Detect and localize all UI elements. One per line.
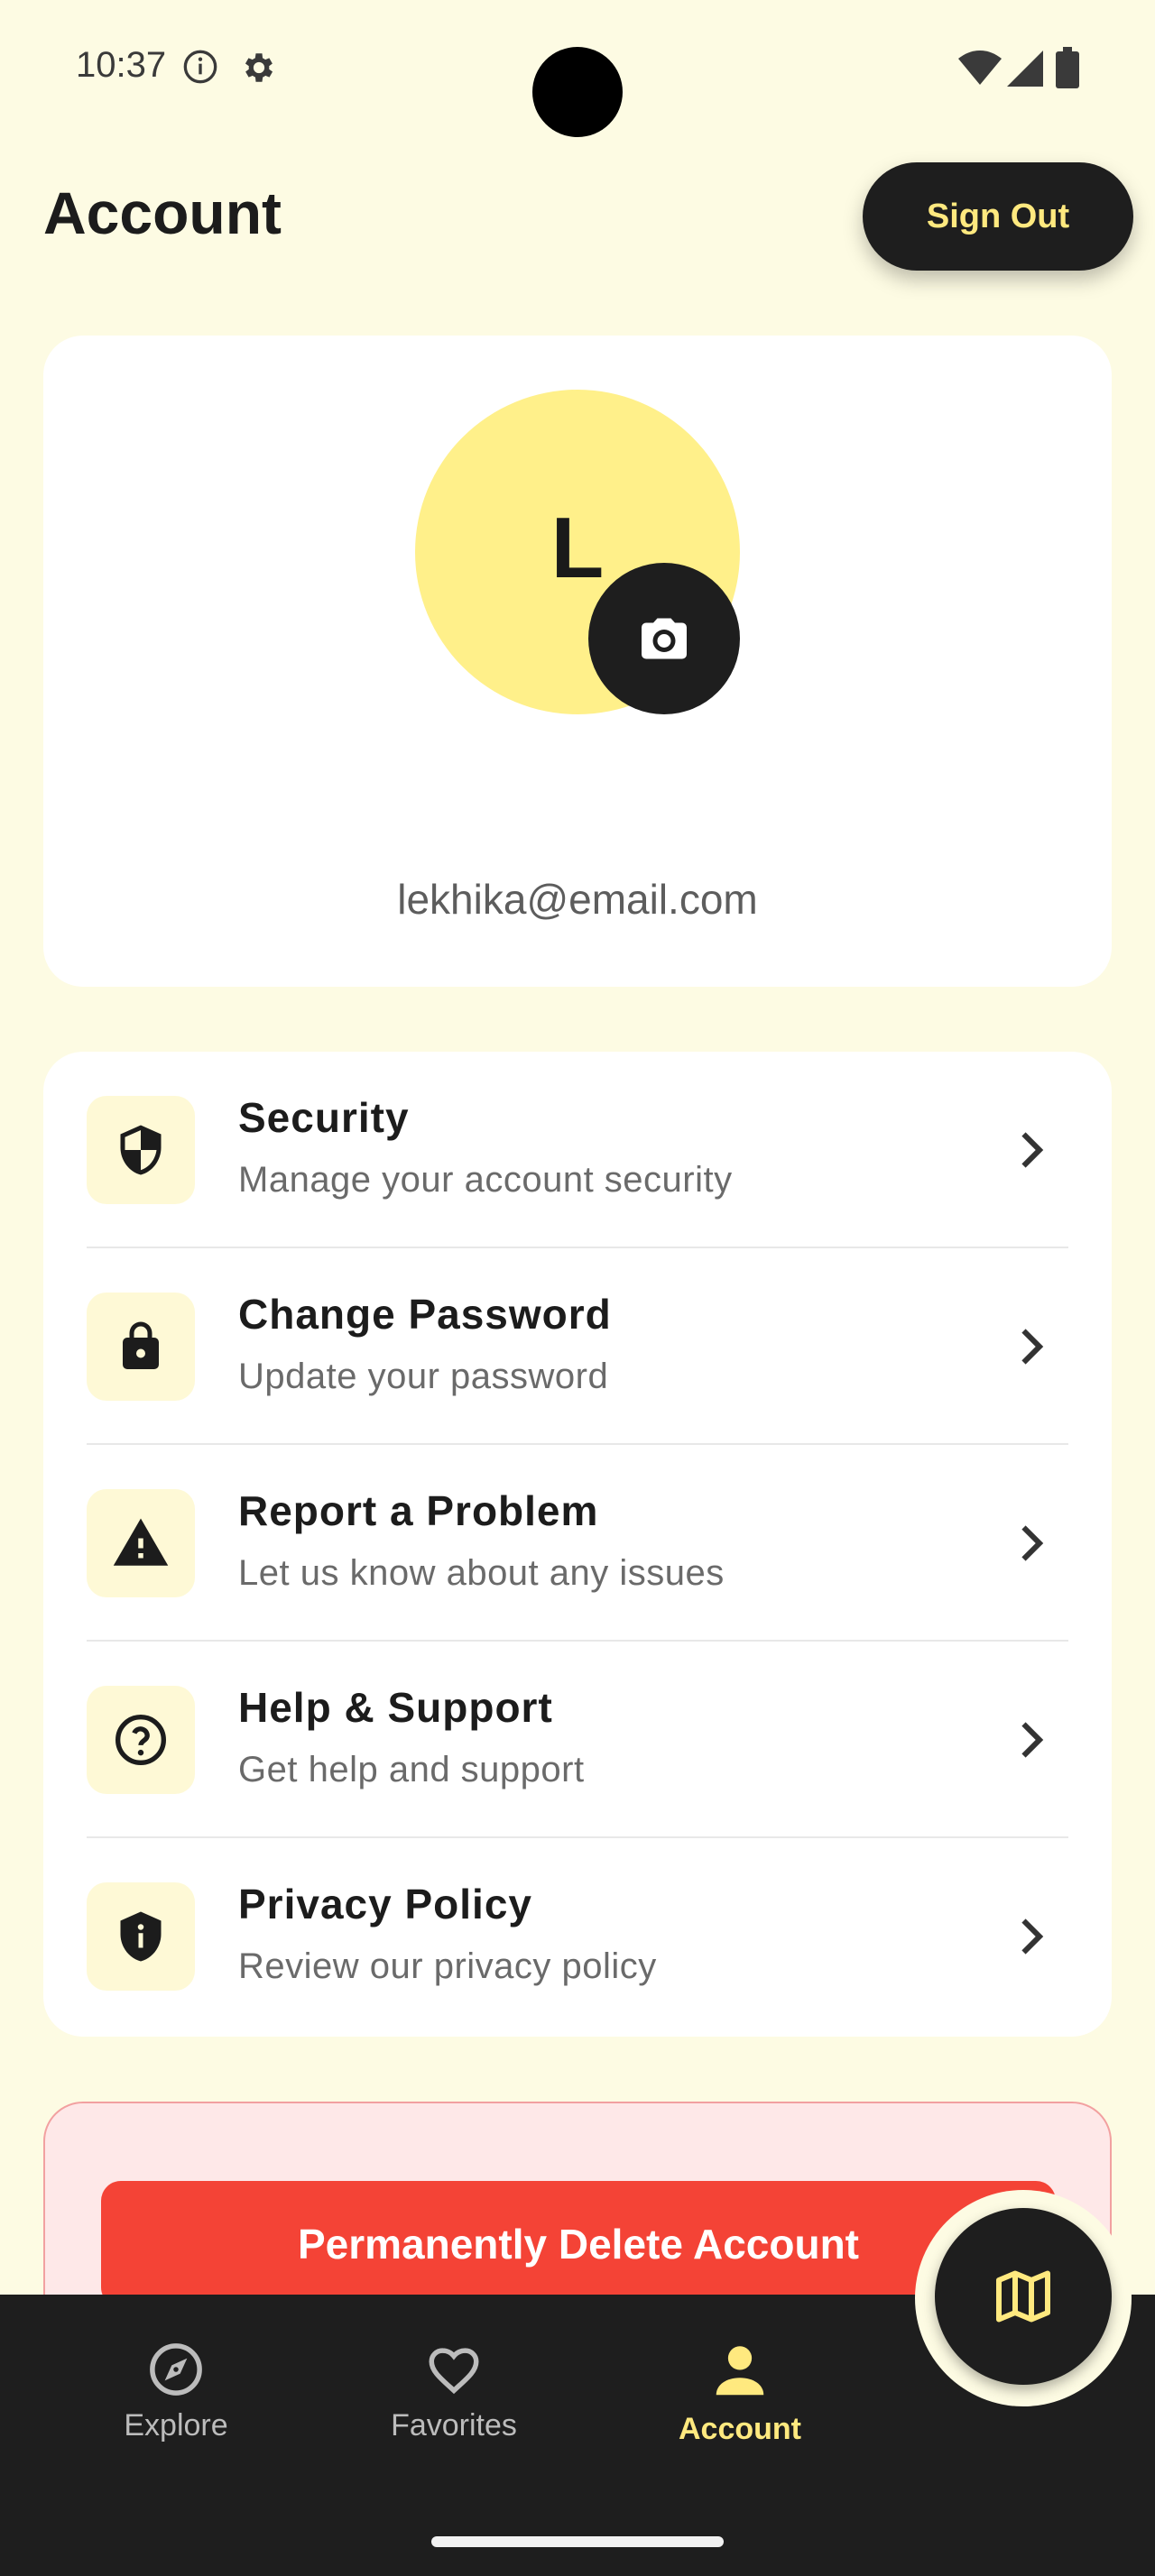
sign-out-button[interactable]: Sign Out (863, 162, 1133, 271)
status-time: 10:37 (76, 45, 167, 85)
menu-item-change-password[interactable]: Change Password Update your password (43, 1248, 1112, 1445)
avatar-initial: L (550, 500, 605, 596)
lock-icon (123, 1321, 159, 1369)
heart-icon (429, 2348, 479, 2395)
privacy-shield-icon (120, 1911, 162, 1962)
delete-account-button[interactable]: Permanently Delete Account (101, 2181, 1056, 2307)
menu-subtitle: Manage your account security (238, 1160, 733, 1200)
profile-card: L lekhika@email.com (43, 336, 1112, 987)
settings-menu: Security Manage your account security Ch… (43, 1052, 1112, 2037)
menu-item-security[interactable]: Security Manage your account security (43, 1052, 1112, 1248)
map-icon (996, 2270, 1050, 2323)
menu-title: Security (238, 1094, 410, 1141)
profile-email: lekhika@email.com (397, 876, 758, 923)
menu-title: Help & Support (238, 1684, 553, 1731)
chevron-right-icon (1021, 1918, 1044, 1955)
menu-item-help-support[interactable]: Help & Support Get help and support (43, 1642, 1112, 1838)
nav-item-favorites[interactable]: Favorites (337, 2340, 571, 2443)
menu-subtitle: Update your password (238, 1357, 609, 1396)
menu-subtitle: Get help and support (238, 1750, 585, 1789)
compass-icon (150, 2343, 202, 2396)
nav-label: Explore (124, 2408, 228, 2443)
camera-icon (642, 618, 687, 659)
menu-subtitle: Review our privacy policy (238, 1946, 657, 1986)
chevron-right-icon (1021, 1329, 1044, 1365)
warning-icon (113, 1518, 169, 1566)
info-icon (182, 49, 218, 89)
wifi-icon (958, 51, 1002, 91)
home-indicator[interactable] (431, 2536, 724, 2547)
menu-item-report-problem[interactable]: Report a Problem Let us know about any i… (43, 1445, 1112, 1642)
menu-subtitle: Let us know about any issues (238, 1553, 725, 1593)
shield-icon (120, 1125, 162, 1175)
map-fab-button[interactable] (935, 2208, 1112, 2385)
nav-label: Favorites (391, 2408, 517, 2443)
menu-item-privacy-policy[interactable]: Privacy Policy Review our privacy policy (43, 1838, 1112, 2035)
front-camera (532, 47, 623, 137)
menu-title: Change Password (238, 1291, 612, 1338)
menu-title: Privacy Policy (238, 1881, 532, 1927)
change-photo-button[interactable] (588, 563, 740, 714)
person-icon (716, 2346, 764, 2396)
nav-label: Account (679, 2412, 801, 2446)
menu-title: Report a Problem (238, 1487, 599, 1534)
nav-item-explore[interactable]: Explore (59, 2340, 293, 2443)
chevron-right-icon (1021, 1132, 1044, 1168)
gear-icon (240, 49, 278, 91)
help-icon (116, 1715, 166, 1765)
page-title: Account (43, 179, 282, 246)
chevron-right-icon (1021, 1525, 1044, 1561)
signal-icon (1007, 51, 1043, 91)
battery-icon (1056, 47, 1079, 93)
chevron-right-icon (1021, 1722, 1044, 1758)
nav-item-account[interactable]: Account (623, 2340, 857, 2447)
status-bar: 10:37 (0, 0, 1155, 144)
